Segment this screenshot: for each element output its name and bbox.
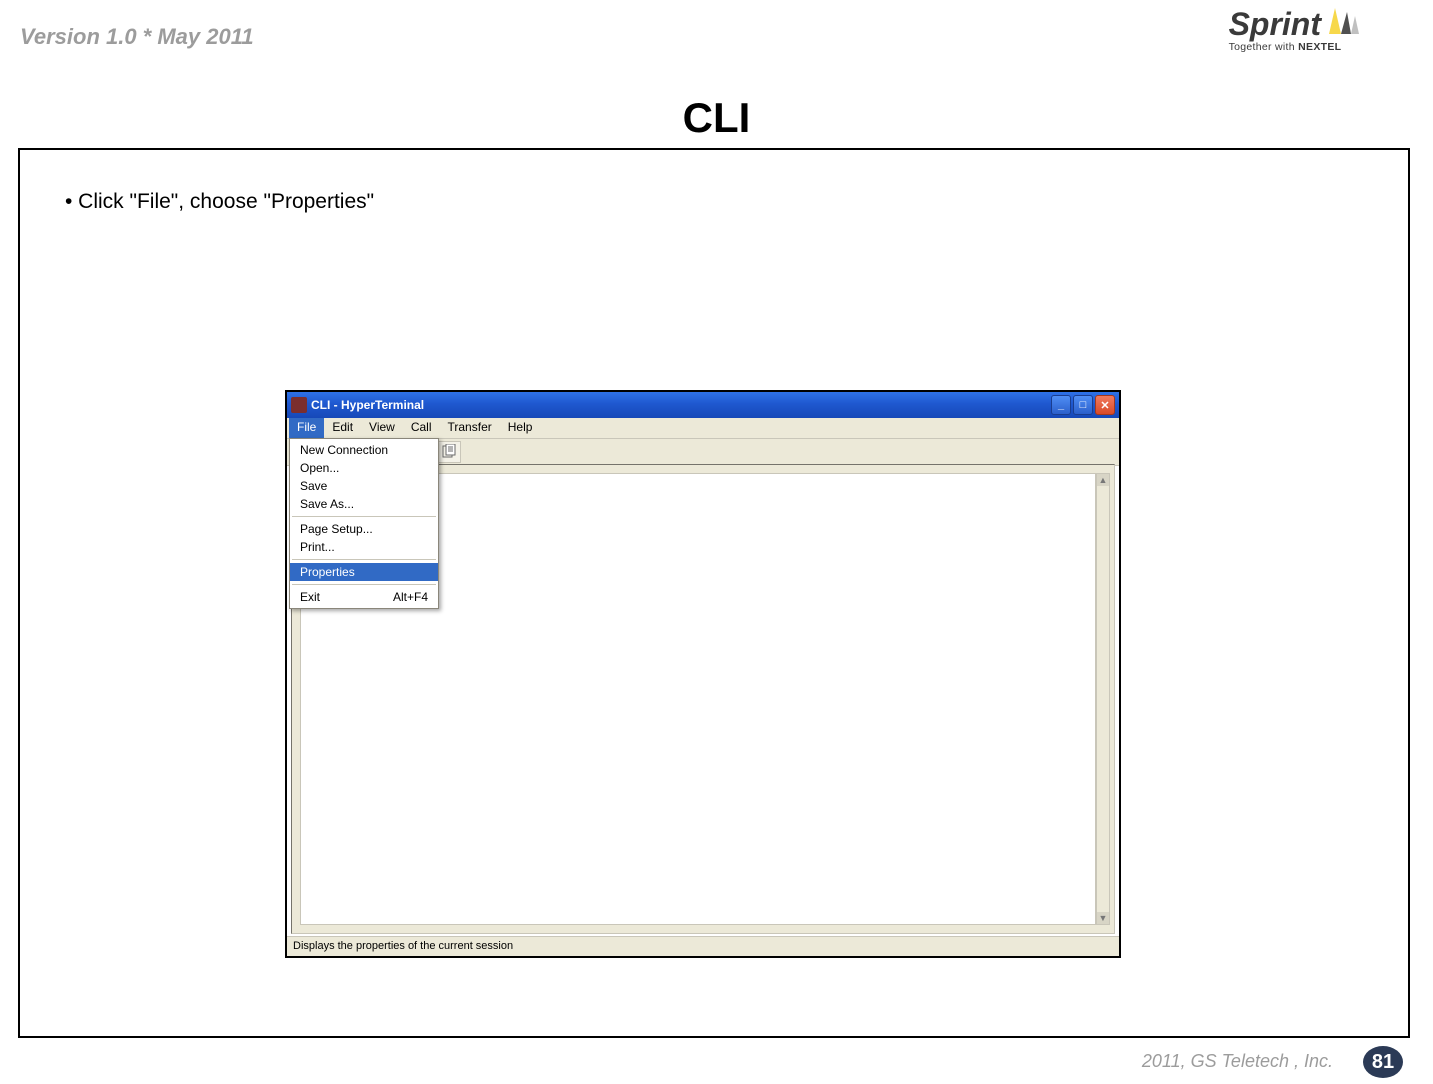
window-title: CLI - HyperTerminal (311, 398, 424, 412)
menu-item-properties[interactable]: Properties (290, 563, 438, 581)
menu-separator (292, 516, 436, 517)
footer-copyright: 2011, GS Teletech , Inc. (1142, 1051, 1333, 1072)
statusbar-message: Displays the properties of the current s… (293, 940, 513, 956)
menu-item-save[interactable]: Save (290, 477, 438, 495)
menu-item-exit-label: Exit (300, 590, 320, 604)
logo-tagline-bold: NEXTEL (1298, 41, 1341, 53)
menu-edit[interactable]: Edit (324, 418, 361, 438)
slide-body-frame: • Click "File", choose "Properties" CLI … (18, 148, 1410, 1038)
menubar: File Edit View Call Transfer Help (287, 418, 1119, 439)
properties-icon (442, 444, 456, 461)
menu-item-page-setup[interactable]: Page Setup... (290, 520, 438, 538)
menu-item-exit-shortcut: Alt+F4 (393, 590, 428, 604)
scroll-down-icon[interactable]: ▼ (1097, 912, 1109, 924)
app-icon (291, 397, 307, 413)
version-text: Version 1.0 * May 2011 (20, 24, 254, 50)
titlebar[interactable]: CLI - HyperTerminal _ □ ✕ (287, 392, 1119, 418)
menu-help[interactable]: Help (500, 418, 541, 438)
menu-item-new-connection[interactable]: New Connection (290, 441, 438, 459)
file-dropdown-menu: New Connection Open... Save Save As... P… (289, 438, 439, 609)
maximize-button[interactable]: □ (1073, 395, 1093, 415)
sprint-wordmark: Sprint (1229, 8, 1321, 40)
menu-transfer[interactable]: Transfer (440, 418, 500, 438)
minimize-button[interactable]: _ (1051, 395, 1071, 415)
scroll-up-icon[interactable]: ▲ (1097, 474, 1109, 486)
menu-item-open[interactable]: Open... (290, 459, 438, 477)
menu-file[interactable]: File (289, 418, 324, 438)
menu-view[interactable]: View (361, 418, 403, 438)
menu-call[interactable]: Call (403, 418, 440, 438)
menu-item-exit[interactable]: Exit Alt+F4 (290, 588, 438, 606)
menu-item-print[interactable]: Print... (290, 538, 438, 556)
toolbar-button-properties-icon[interactable] (437, 441, 461, 463)
close-button[interactable]: ✕ (1095, 395, 1115, 415)
statusbar: Displays the properties of the current s… (287, 936, 1119, 956)
menu-item-save-as[interactable]: Save As... (290, 495, 438, 513)
page-title: CLI (0, 94, 1433, 142)
page-number-badge: 81 (1363, 1046, 1403, 1078)
vertical-scrollbar[interactable]: ▲ ▼ (1096, 473, 1110, 925)
sprint-logo-icon (1327, 6, 1363, 41)
logo-tagline-prefix: Together with (1229, 41, 1299, 53)
sprint-logo: Sprint Together with NEXTEL (1229, 6, 1363, 53)
menu-separator (292, 559, 436, 560)
instruction-bullet: • Click "File", choose "Properties" (65, 190, 374, 214)
menu-separator (292, 584, 436, 585)
hyperterminal-window: CLI - HyperTerminal _ □ ✕ File Edit View… (285, 390, 1121, 958)
